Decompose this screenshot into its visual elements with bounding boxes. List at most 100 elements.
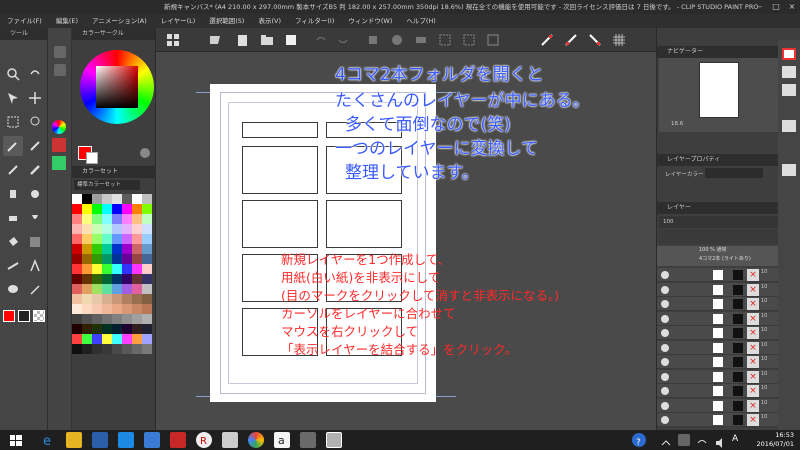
menu-window[interactable]: ウィンドウ(W) [341,14,399,28]
color-swatch[interactable] [72,254,82,264]
app-icon-office[interactable] [144,432,160,448]
color-swatch[interactable] [132,294,142,304]
color-swatch[interactable] [82,304,92,314]
color-swatch[interactable] [142,194,152,204]
color-swatch[interactable] [82,194,92,204]
color-swatch[interactable] [132,234,142,244]
lasso-tool-icon[interactable] [25,112,45,132]
color-swatch[interactable] [112,224,122,234]
main-color-swatch[interactable] [3,310,15,322]
color-swatch[interactable] [132,214,142,224]
layer-row[interactable]: × 10 [657,282,779,297]
color-swatch[interactable] [92,234,102,244]
snap-grid-icon[interactable] [588,32,602,46]
app-icon-r[interactable]: R [196,432,212,448]
color-swatch[interactable] [122,284,132,294]
volume-icon[interactable] [714,434,726,448]
color-slider-small-icon[interactable] [52,138,66,152]
layer-tab-icon[interactable] [782,164,796,176]
color-swatch[interactable] [122,194,132,204]
color-swatch[interactable] [102,284,112,294]
color-swatch[interactable] [102,254,112,264]
color-swatch[interactable] [82,254,92,264]
navigator-tab-icon[interactable] [782,48,796,60]
color-swatch[interactable] [72,234,82,244]
layer-row[interactable]: × 10 [657,297,779,311]
layer-row[interactable]: × 10 [657,398,779,413]
save-icon[interactable] [284,32,298,46]
undo-icon[interactable] [314,32,328,46]
pencil-tool-icon[interactable] [3,160,23,180]
color-swatch[interactable] [82,274,92,284]
eye-icon[interactable] [661,401,669,410]
menu-help[interactable]: ヘルプ(H) [399,14,442,28]
color-swatch[interactable] [82,334,92,344]
color-swatch[interactable] [132,224,142,234]
redo-icon[interactable] [336,32,350,46]
color-swatch[interactable] [92,334,102,344]
app-icon-red-square[interactable] [170,432,186,448]
windows-start-icon[interactable] [8,432,24,448]
color-swatch[interactable] [72,334,82,344]
color-swatch[interactable] [112,344,122,354]
color-swatch[interactable] [92,244,102,254]
color-swatch[interactable] [112,244,122,254]
color-swatch[interactable] [92,324,102,334]
color-swatch[interactable] [112,254,122,264]
color-swatch[interactable] [72,294,82,304]
color-swatch[interactable] [142,334,152,344]
system-clock[interactable]: 16:53 2016/07/01 [757,431,794,449]
color-swatch[interactable] [142,234,152,244]
correct-line-tool-icon[interactable] [25,280,45,300]
color-swatch[interactable] [132,314,142,324]
eye-icon[interactable] [661,314,669,323]
color-swatch[interactable] [142,244,152,254]
figure-tool-icon[interactable] [3,256,23,276]
layer-row[interactable]: × 10 [657,311,779,326]
help-icon[interactable]: ? [632,433,646,448]
color-swatch[interactable] [142,324,152,334]
color-swatch[interactable] [92,284,102,294]
clip-studio-taskbar-icon[interactable] [326,432,342,448]
layer-property-tab-icon[interactable] [782,120,796,132]
color-swatch[interactable] [132,244,142,254]
gradient-tool-icon[interactable] [25,232,45,252]
layer-row[interactable]: × 10 [657,340,779,355]
color-swatch[interactable] [122,324,132,334]
color-swatch[interactable] [122,254,132,264]
close-button[interactable]: × [784,0,800,14]
airbrush-tool-icon[interactable] [3,184,23,204]
fill-icon[interactable] [414,32,428,46]
color-swatch[interactable] [112,314,122,324]
color-swatch[interactable] [102,324,112,334]
eye-icon[interactable] [661,343,669,352]
fill-tool-icon[interactable] [3,232,23,252]
color-swatch[interactable] [132,274,142,284]
color-swatch[interactable] [72,344,82,354]
color-swatch[interactable] [102,294,112,304]
color-swatch[interactable] [102,204,112,214]
blend-tool-icon[interactable] [25,208,45,228]
color-swatch[interactable] [122,264,132,274]
amazon-icon[interactable]: a [274,432,290,448]
text-tool-icon[interactable] [25,256,45,276]
sub-color-swatch[interactable] [18,310,30,322]
color-swatch[interactable] [102,304,112,314]
color-swatch[interactable] [112,294,122,304]
color-swatch[interactable] [142,304,152,314]
menu-file[interactable]: ファイル(F) [0,14,49,28]
color-swatch[interactable] [72,194,82,204]
color-swatch[interactable] [102,314,112,324]
layer-blend-row[interactable]: 100 [659,216,779,228]
color-swatch[interactable] [112,204,122,214]
color-swatch[interactable] [112,274,122,284]
color-swatch[interactable] [102,264,112,274]
color-swatch[interactable] [122,294,132,304]
color-swatch[interactable] [132,284,142,294]
color-swatch[interactable] [82,214,92,224]
color-swatch[interactable] [72,244,82,254]
color-swatch[interactable] [82,224,92,234]
app-icon-blue[interactable] [118,432,134,448]
color-swatch[interactable] [122,314,132,324]
color-swatch[interactable] [142,224,152,234]
